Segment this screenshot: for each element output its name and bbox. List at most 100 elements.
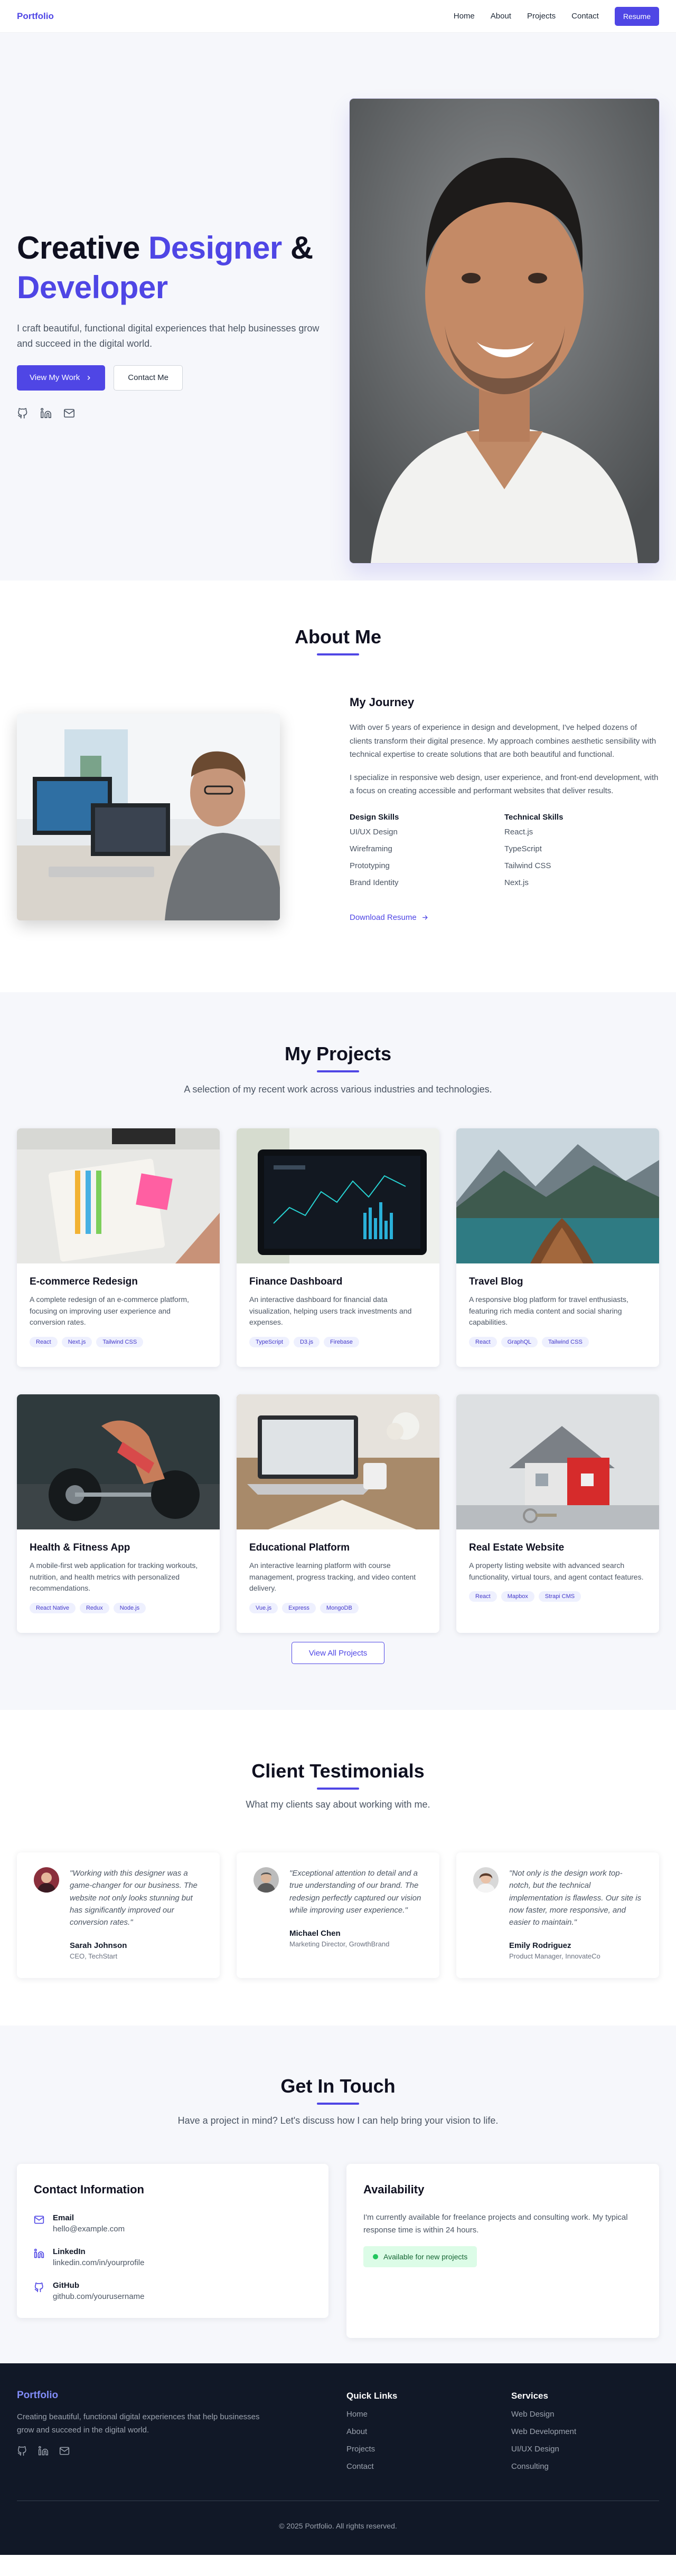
hero-title-accent: Designer xyxy=(148,230,282,265)
title-underline xyxy=(317,2103,359,2105)
contact-item-text: LinkedIn linkedin.com/in/yourprofile xyxy=(53,2247,144,2267)
contact-item-github[interactable]: GitHub github.com/yourusername xyxy=(34,2281,312,2301)
nav-link-home[interactable]: Home xyxy=(454,12,475,21)
project-tag: TypeScript xyxy=(249,1337,289,1348)
view-all-projects-button[interactable]: View All Projects xyxy=(292,1642,384,1664)
project-image-ecommerce xyxy=(17,1128,220,1263)
view-my-work-label: View My Work xyxy=(30,373,80,383)
about-paragraph: With over 5 years of experience in desig… xyxy=(350,723,656,759)
status-dot-icon xyxy=(373,2254,378,2259)
linkedin-icon xyxy=(34,2248,44,2258)
skill-item: UI/UX Design xyxy=(350,827,398,837)
skill-item: Wireframing xyxy=(350,844,392,853)
project-tag: Tailwind CSS xyxy=(96,1337,144,1348)
nav-links: Home About Projects Contact Resume xyxy=(454,6,659,26)
contact-value[interactable]: linkedin.com/in/yourprofile xyxy=(53,2258,144,2267)
project-tag: MongoDB xyxy=(320,1603,359,1614)
view-my-work-button[interactable]: View My Work xyxy=(17,365,106,391)
chevron-right-icon xyxy=(88,375,91,380)
linkedin-icon[interactable] xyxy=(40,407,53,420)
skill-item: React.js xyxy=(504,827,533,837)
testimonial-quote: "Working with this designer was a game-c… xyxy=(70,1869,198,1927)
resume-button[interactable]: Resume xyxy=(614,6,659,26)
testimonial-card: "Exceptional attention to detail and a t… xyxy=(237,1852,439,1978)
project-tag: Firebase xyxy=(324,1337,359,1348)
contact-value[interactable]: hello@example.com xyxy=(53,2225,125,2233)
hero-title: Creative Designer & Developer xyxy=(17,228,334,307)
project-card-body: Educational Platform An interactive lear… xyxy=(237,1529,439,1626)
testimonial-name: Emily Rodriguez xyxy=(509,1941,571,1951)
contact-item-text: Email hello@example.com xyxy=(53,2213,125,2233)
linkedin-icon[interactable] xyxy=(38,2446,51,2458)
contact-info-card: Contact Information Email hello@example.… xyxy=(17,2164,328,2318)
testimonial-role: CEO, TechStart xyxy=(70,1952,118,1961)
project-description: A property listing website with advanced… xyxy=(469,1561,644,1581)
footer-link-projects[interactable]: Projects xyxy=(346,2445,397,2454)
nav-link-projects[interactable]: Projects xyxy=(527,12,556,21)
project-card[interactable]: Finance Dashboard An interactive dashboa… xyxy=(237,1128,439,1367)
project-card[interactable]: E-commerce Redesign A complete redesign … xyxy=(17,1128,220,1367)
design-skills: Design Skills UI/UX Design Wireframing P… xyxy=(350,813,504,895)
contact-me-button[interactable]: Contact Me xyxy=(114,365,183,391)
project-title: Health & Fitness App xyxy=(30,1542,130,1553)
project-title: E-commerce Redesign xyxy=(30,1276,138,1287)
hero-text: Creative Designer & Developer I craft bea… xyxy=(17,228,334,420)
mail-icon[interactable] xyxy=(63,407,76,420)
avatar xyxy=(34,1867,59,1893)
contact-item-linkedin[interactable]: LinkedIn linkedin.com/in/yourprofile xyxy=(34,2247,312,2267)
contact-value[interactable]: github.com/yourusername xyxy=(53,2292,144,2301)
project-image-travel xyxy=(456,1128,659,1263)
project-tag: Mapbox xyxy=(501,1591,534,1602)
footer-link-contact[interactable]: Contact xyxy=(346,2462,397,2471)
github-icon[interactable] xyxy=(17,407,30,420)
brand-logo[interactable]: Portfolio xyxy=(17,11,54,22)
project-description: An interactive dashboard for financial d… xyxy=(249,1295,412,1327)
technical-skills: Technical Skills React.js TypeScript Tai… xyxy=(504,813,659,895)
project-card[interactable]: Travel Blog A responsive blog platform f… xyxy=(456,1128,659,1367)
project-card[interactable]: Health & Fitness App A mobile-first web … xyxy=(17,1394,220,1633)
download-resume-link[interactable]: Download Resume xyxy=(350,913,429,922)
hero-portrait-photo xyxy=(350,99,659,563)
mail-icon[interactable] xyxy=(59,2446,72,2458)
testimonial-card: "Working with this designer was a game-c… xyxy=(17,1852,220,1978)
testimonial-content: "Exceptional attention to detail and a t… xyxy=(289,1867,422,1963)
github-icon[interactable] xyxy=(17,2446,30,2458)
nav-link-contact[interactable]: Contact xyxy=(571,12,599,21)
footer-brand[interactable]: Portfolio xyxy=(17,2390,58,2401)
project-card[interactable]: Educational Platform An interactive lear… xyxy=(237,1394,439,1633)
project-card-body: Health & Fitness App A mobile-first web … xyxy=(17,1529,220,1626)
project-tags: React Mapbox Strapi CMS xyxy=(469,1591,646,1602)
testimonial-quote: "Exceptional attention to detail and a t… xyxy=(289,1869,421,1915)
contact-info-heading: Contact Information xyxy=(34,2183,144,2196)
project-description: A complete redesign of an e-commerce pla… xyxy=(30,1295,189,1327)
contact-subtitle: Have a project in mind? Let's discuss ho… xyxy=(177,2115,499,2126)
project-description: A mobile-first web application for track… xyxy=(30,1561,198,1593)
project-tags: React Native Redux Node.js xyxy=(30,1603,207,1614)
project-tags: React GraphQL Tailwind CSS xyxy=(469,1337,646,1348)
project-card-body: Real Estate Website A property listing w… xyxy=(456,1529,659,1614)
projects-subtitle: A selection of my recent work across var… xyxy=(184,1084,492,1095)
avatar xyxy=(253,1867,279,1893)
title-underline xyxy=(317,1788,359,1790)
about-workspace-photo xyxy=(17,714,280,920)
skills-grid: Design Skills UI/UX Design Wireframing P… xyxy=(350,813,659,895)
download-resume-label: Download Resume xyxy=(350,912,417,922)
project-tag: Redux xyxy=(79,1603,109,1614)
arrow-right-icon xyxy=(422,915,428,920)
project-card[interactable]: Real Estate Website A property listing w… xyxy=(456,1394,659,1633)
about-title: About Me xyxy=(295,626,381,648)
footer-service-item: Web Design xyxy=(511,2410,555,2419)
title-underline xyxy=(317,653,359,655)
project-tag: GraphQL xyxy=(501,1337,538,1348)
contact-item-email[interactable]: Email hello@example.com xyxy=(34,2213,312,2233)
footer-link-home[interactable]: Home xyxy=(346,2410,397,2419)
testimonial-content: "Not only is the design work top-notch, … xyxy=(509,1867,642,1963)
availability-text: I'm currently available for freelance pr… xyxy=(363,2213,628,2235)
projects-title: My Projects xyxy=(284,1043,392,1064)
footer-social-links xyxy=(17,2446,72,2458)
hero-title-accent: Developer xyxy=(17,270,168,305)
hero-section: Creative Designer & Developer I craft bea… xyxy=(0,33,676,581)
project-description: A responsive blog platform for travel en… xyxy=(469,1295,628,1327)
footer-link-about[interactable]: About xyxy=(346,2427,397,2436)
nav-link-about[interactable]: About xyxy=(491,12,511,21)
